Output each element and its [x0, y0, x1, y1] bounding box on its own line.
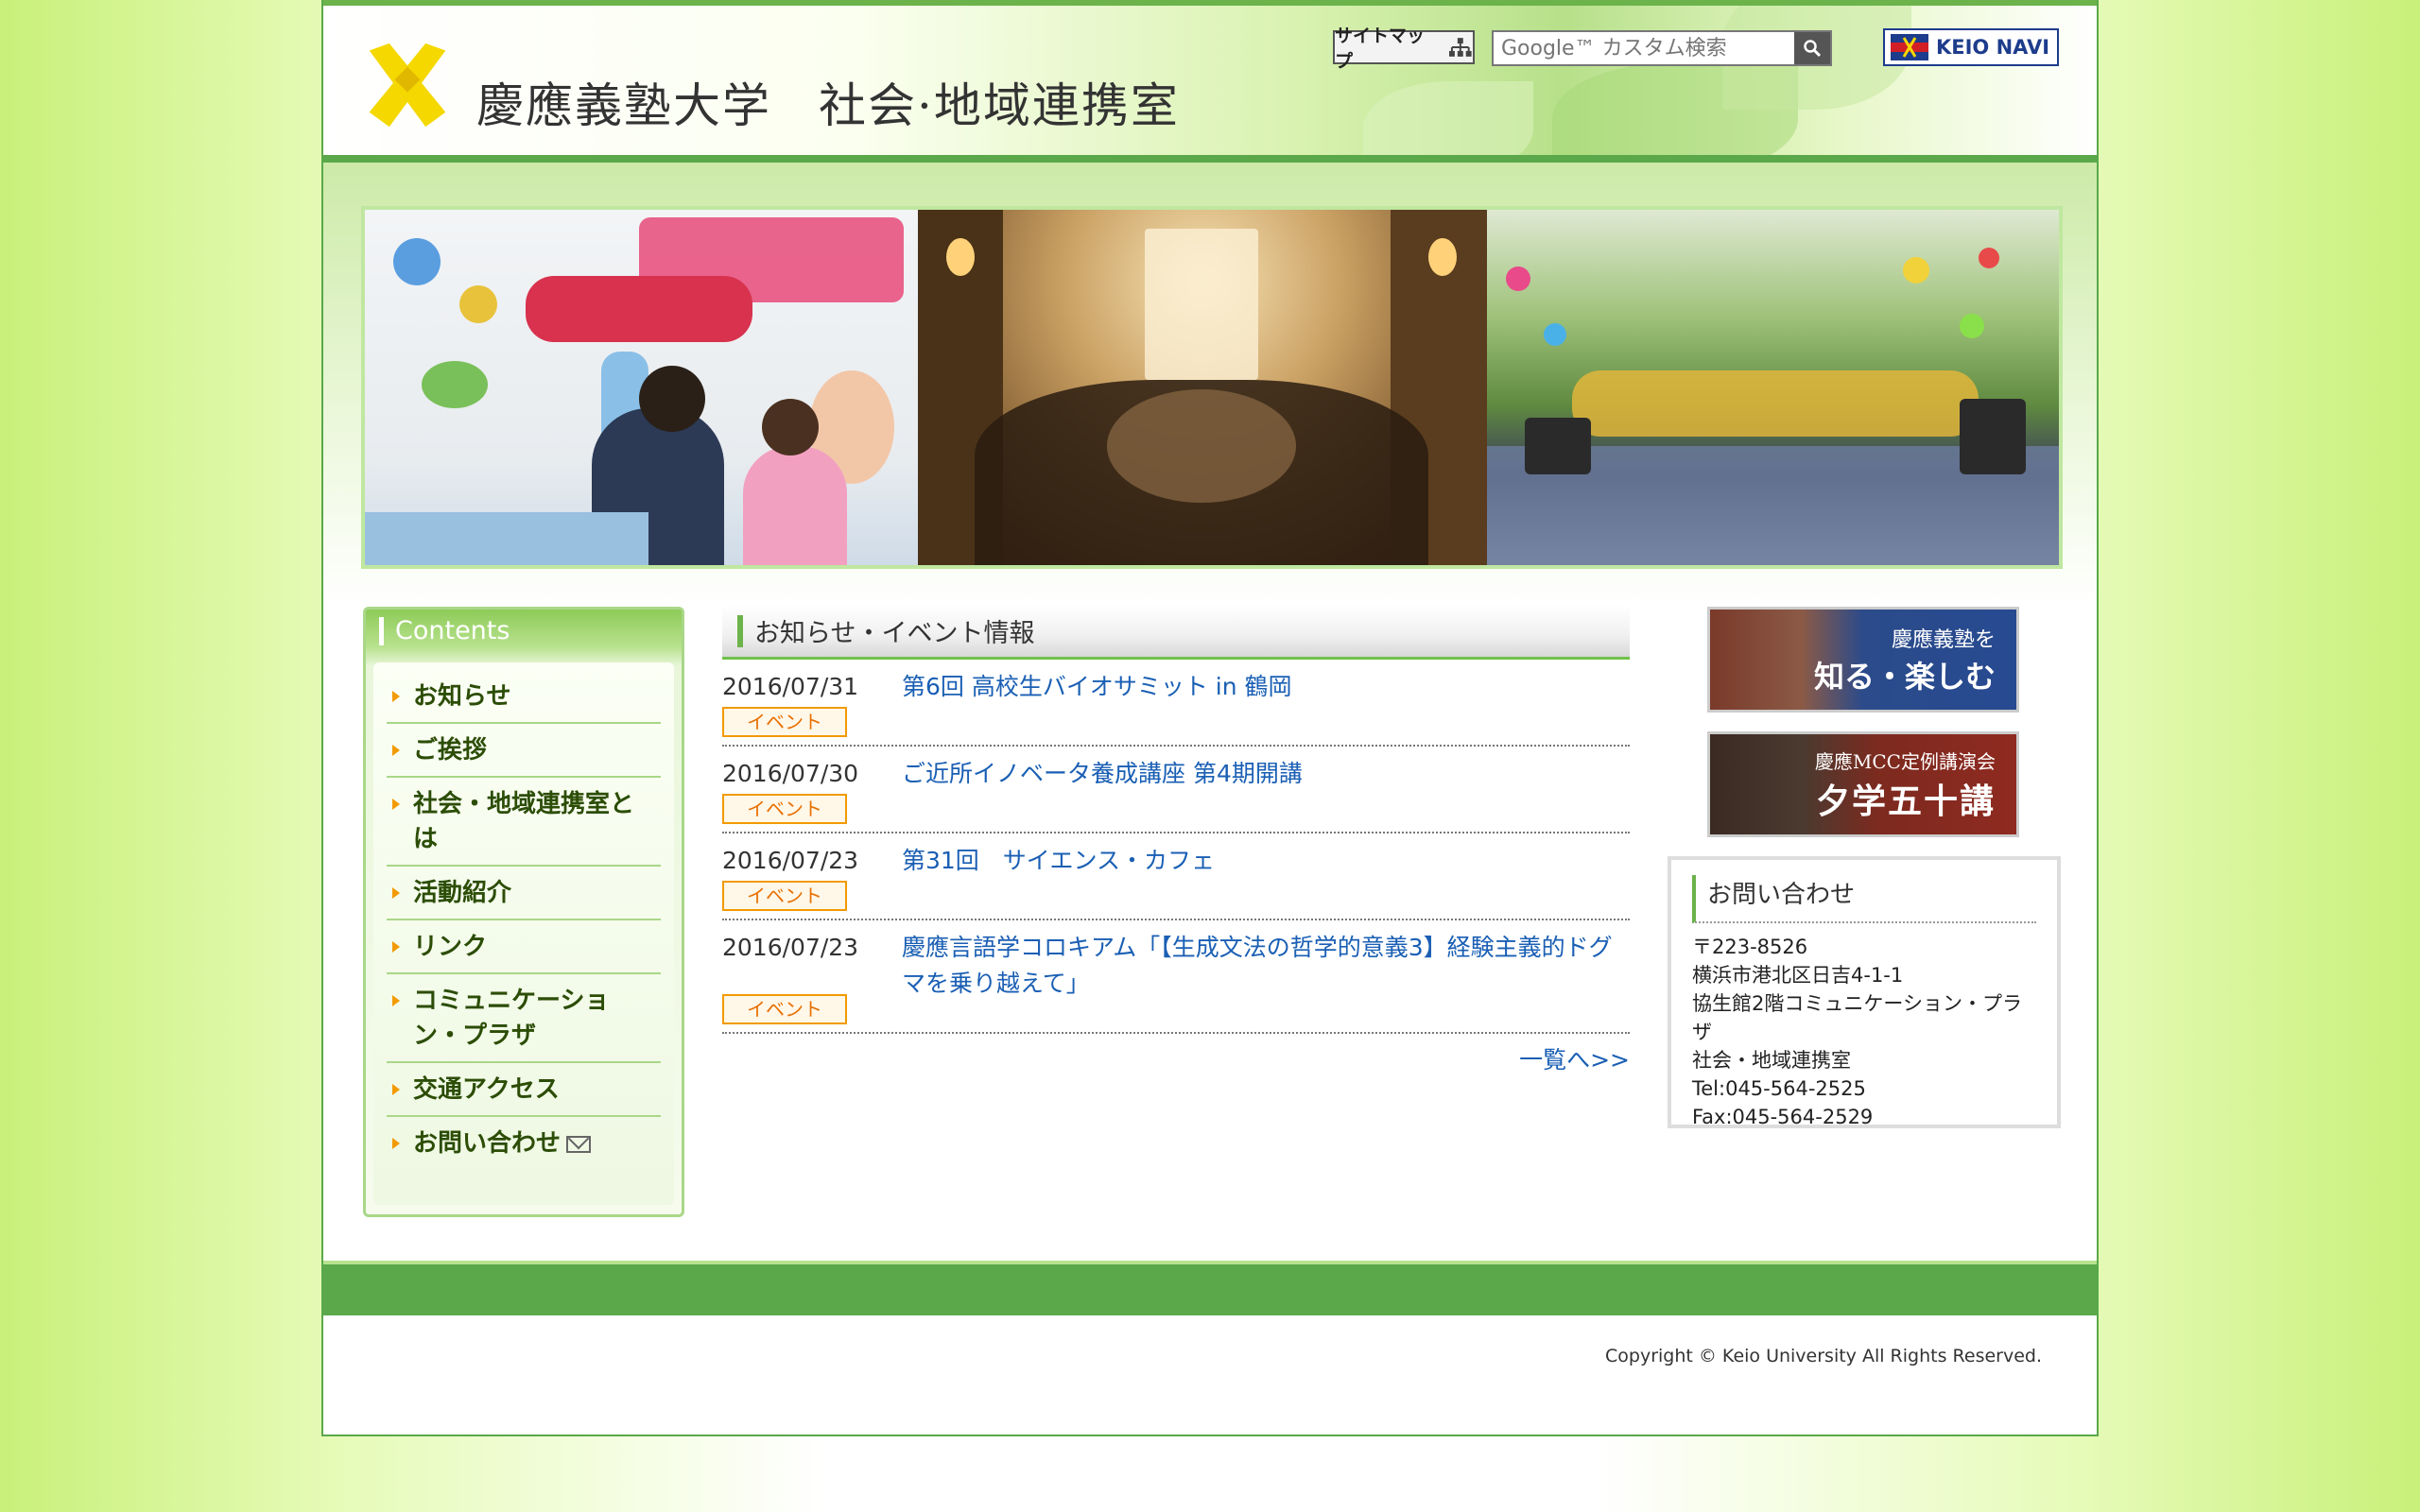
sidebar-item-label: 活動紹介 — [413, 879, 512, 907]
contact-postal: 〒223-8526 — [1692, 936, 1808, 958]
arrow-right-icon — [392, 691, 400, 702]
sidebar: Contents お知らせ ご挨拶 社会・地域連携室とは 活動紹介 リンク コミ… — [363, 607, 684, 1217]
university-name: 慶應義塾大学 — [476, 78, 771, 133]
event-tag: イベント — [722, 881, 847, 911]
news-title: お知らせ・イベント情報 — [754, 619, 1035, 648]
sitemap-label: サイトマップ — [1335, 26, 1426, 72]
sidebar-item-label: 交通アクセス — [413, 1075, 560, 1104]
arrow-right-icon — [392, 941, 400, 953]
news-date: 2016/07/31 — [722, 673, 859, 700]
keio-navi-label: KEIO NAVI — [1936, 36, 2050, 59]
contact-building: 協生館2階コミュニケーション・プラザ — [1692, 992, 2022, 1043]
banner-know-line2: 知る・楽しむ — [1813, 659, 1996, 695]
news-item: 2016/07/23 第31回 サイエンス・カフェ イベント — [722, 833, 1630, 920]
arrow-right-icon — [392, 887, 400, 899]
search-box — [1492, 30, 1832, 66]
news-item: 2016/07/30 ご近所イノベータ養成講座 第4期開講 イベント — [722, 747, 1630, 833]
heading-bar — [737, 614, 743, 647]
office-name: 社会·地域連携室 — [819, 78, 1180, 133]
keio-navi-button[interactable]: KEIO NAVI — [1883, 28, 2059, 66]
sidebar-item-label: リンク — [413, 933, 488, 961]
sidebar-menu: お知らせ ご挨拶 社会・地域連携室とは 活動紹介 リンク コミュニケーション・プ… — [373, 662, 674, 1205]
sidebar-title: Contents — [379, 617, 510, 645]
banner-photo-drawing-wall — [365, 210, 919, 565]
sidebar-item-links[interactable]: リンク — [387, 920, 661, 974]
arrow-right-icon — [392, 799, 400, 810]
contact-tel: Tel:045-564-2525 — [1692, 1077, 1866, 1100]
mail-icon — [566, 1136, 592, 1153]
news-header: お知らせ・イベント情報 — [722, 605, 1630, 660]
news-more-link[interactable]: 一覧へ>> — [722, 1034, 1630, 1075]
sidebar-item-news[interactable]: お知らせ — [387, 670, 661, 724]
know-enjoy-keio-banner[interactable]: 慶應義塾を 知る・楽しむ — [1707, 607, 2019, 713]
banner-mcc-line1: 慶應MCC定例講演会 — [1814, 749, 1996, 773]
event-tag: イベント — [722, 794, 847, 824]
contact-title: お問い合わせ — [1692, 875, 2036, 923]
search-button[interactable] — [1794, 32, 1830, 64]
news-link[interactable]: 第6回 高校生バイオサミット in 鶴岡 — [902, 669, 1292, 705]
contact-office: 社会・地域連携室 — [1692, 1049, 1851, 1072]
sidebar-item-label: 社会・地域連携室とは — [413, 790, 635, 853]
site-header: 慶應義塾大学 社会·地域連携室 サイトマップ Google™ カスタム検索 KE… — [323, 0, 2097, 163]
news-date: 2016/07/23 — [722, 847, 859, 874]
sidebar-item-greeting[interactable]: ご挨拶 — [387, 724, 661, 778]
site-title[interactable]: 慶應義塾大学 社会·地域連携室 — [476, 68, 1180, 136]
page-frame: 慶應義塾大学 社会·地域連携室 サイトマップ Google™ カスタム検索 KE… — [321, 0, 2099, 1436]
keio-flag-icon — [1891, 34, 1928, 60]
event-tag: イベント — [722, 707, 847, 737]
news-date: 2016/07/30 — [722, 760, 859, 787]
banner-know-line1: 慶應義塾を — [1891, 628, 1996, 652]
search-input[interactable] — [1494, 32, 1794, 64]
news-item: 2016/07/23 慶應言語学コロキアム「【生成文法の哲学的意義3】経験主義的… — [722, 920, 1630, 1034]
mcc-lecture-banner[interactable]: 慶應MCC定例講演会 夕学五十講 — [1707, 731, 2019, 837]
sidebar-item-contact[interactable]: お問い合わせ — [387, 1117, 661, 1169]
footer-bar — [323, 1261, 2097, 1315]
sidebar-item-access[interactable]: 交通アクセス — [387, 1063, 661, 1117]
arrow-right-icon — [392, 995, 400, 1006]
main-banner — [361, 206, 2063, 569]
copyright: Copyright © Keio University All Rights R… — [1605, 1346, 2042, 1366]
contact-body: 〒223-8526 横浜市港北区日吉4-1-1 協生館2階コミュニケーション・プ… — [1692, 923, 2036, 1131]
contact-fax: Fax:045-564-2529 — [1692, 1106, 1874, 1128]
keio-pen-logo[interactable] — [361, 40, 454, 130]
banner-photo-outdoor-festival — [1486, 210, 2059, 565]
news-link[interactable]: 第31回 サイエンス・カフェ — [902, 843, 1215, 879]
sidebar-item-label: ご挨拶 — [413, 736, 488, 765]
sidebar-item-label: コミュニケーション・プラザ — [413, 987, 610, 1050]
arrow-right-icon — [392, 745, 400, 756]
news-link[interactable]: 慶應言語学コロキアム「【生成文法の哲学的意義3】経験主義的ドグマを乗り越えて」 — [902, 930, 1630, 1002]
sidebar-item-activities[interactable]: 活動紹介 — [387, 867, 661, 920]
sidebar-item-label: お問い合わせ — [413, 1129, 562, 1158]
sidebar-item-about[interactable]: 社会・地域連携室とは — [387, 778, 661, 867]
banner-zone — [323, 163, 2097, 607]
sidebar-item-label: お知らせ — [413, 682, 511, 711]
news-date: 2016/07/23 — [722, 934, 859, 961]
event-tag: イベント — [722, 994, 847, 1024]
leaf-decoration — [1363, 81, 1533, 155]
sitemap-button[interactable]: サイトマップ — [1333, 26, 1475, 72]
sitemap-icon — [1449, 38, 1473, 57]
contact-address: 横浜市港北区日吉4-1-1 — [1692, 964, 1904, 987]
arrow-right-icon — [392, 1138, 400, 1149]
news-link[interactable]: ご近所イノベータ養成講座 第4期開講 — [902, 756, 1303, 792]
search-icon — [1804, 40, 1822, 58]
contact-box: お問い合わせ 〒223-8526 横浜市港北区日吉4-1-1 協生館2階コミュニ… — [1668, 856, 2061, 1128]
news-item: 2016/07/31 第6回 高校生バイオサミット in 鶴岡 イベント — [722, 660, 1630, 747]
banner-mcc-line2: 夕学五十講 — [1815, 781, 1996, 821]
arrow-right-icon — [392, 1084, 400, 1095]
banner-photo-concert-hall — [918, 210, 1487, 565]
sidebar-item-communication-plaza[interactable]: コミュニケーション・プラザ — [387, 974, 661, 1063]
